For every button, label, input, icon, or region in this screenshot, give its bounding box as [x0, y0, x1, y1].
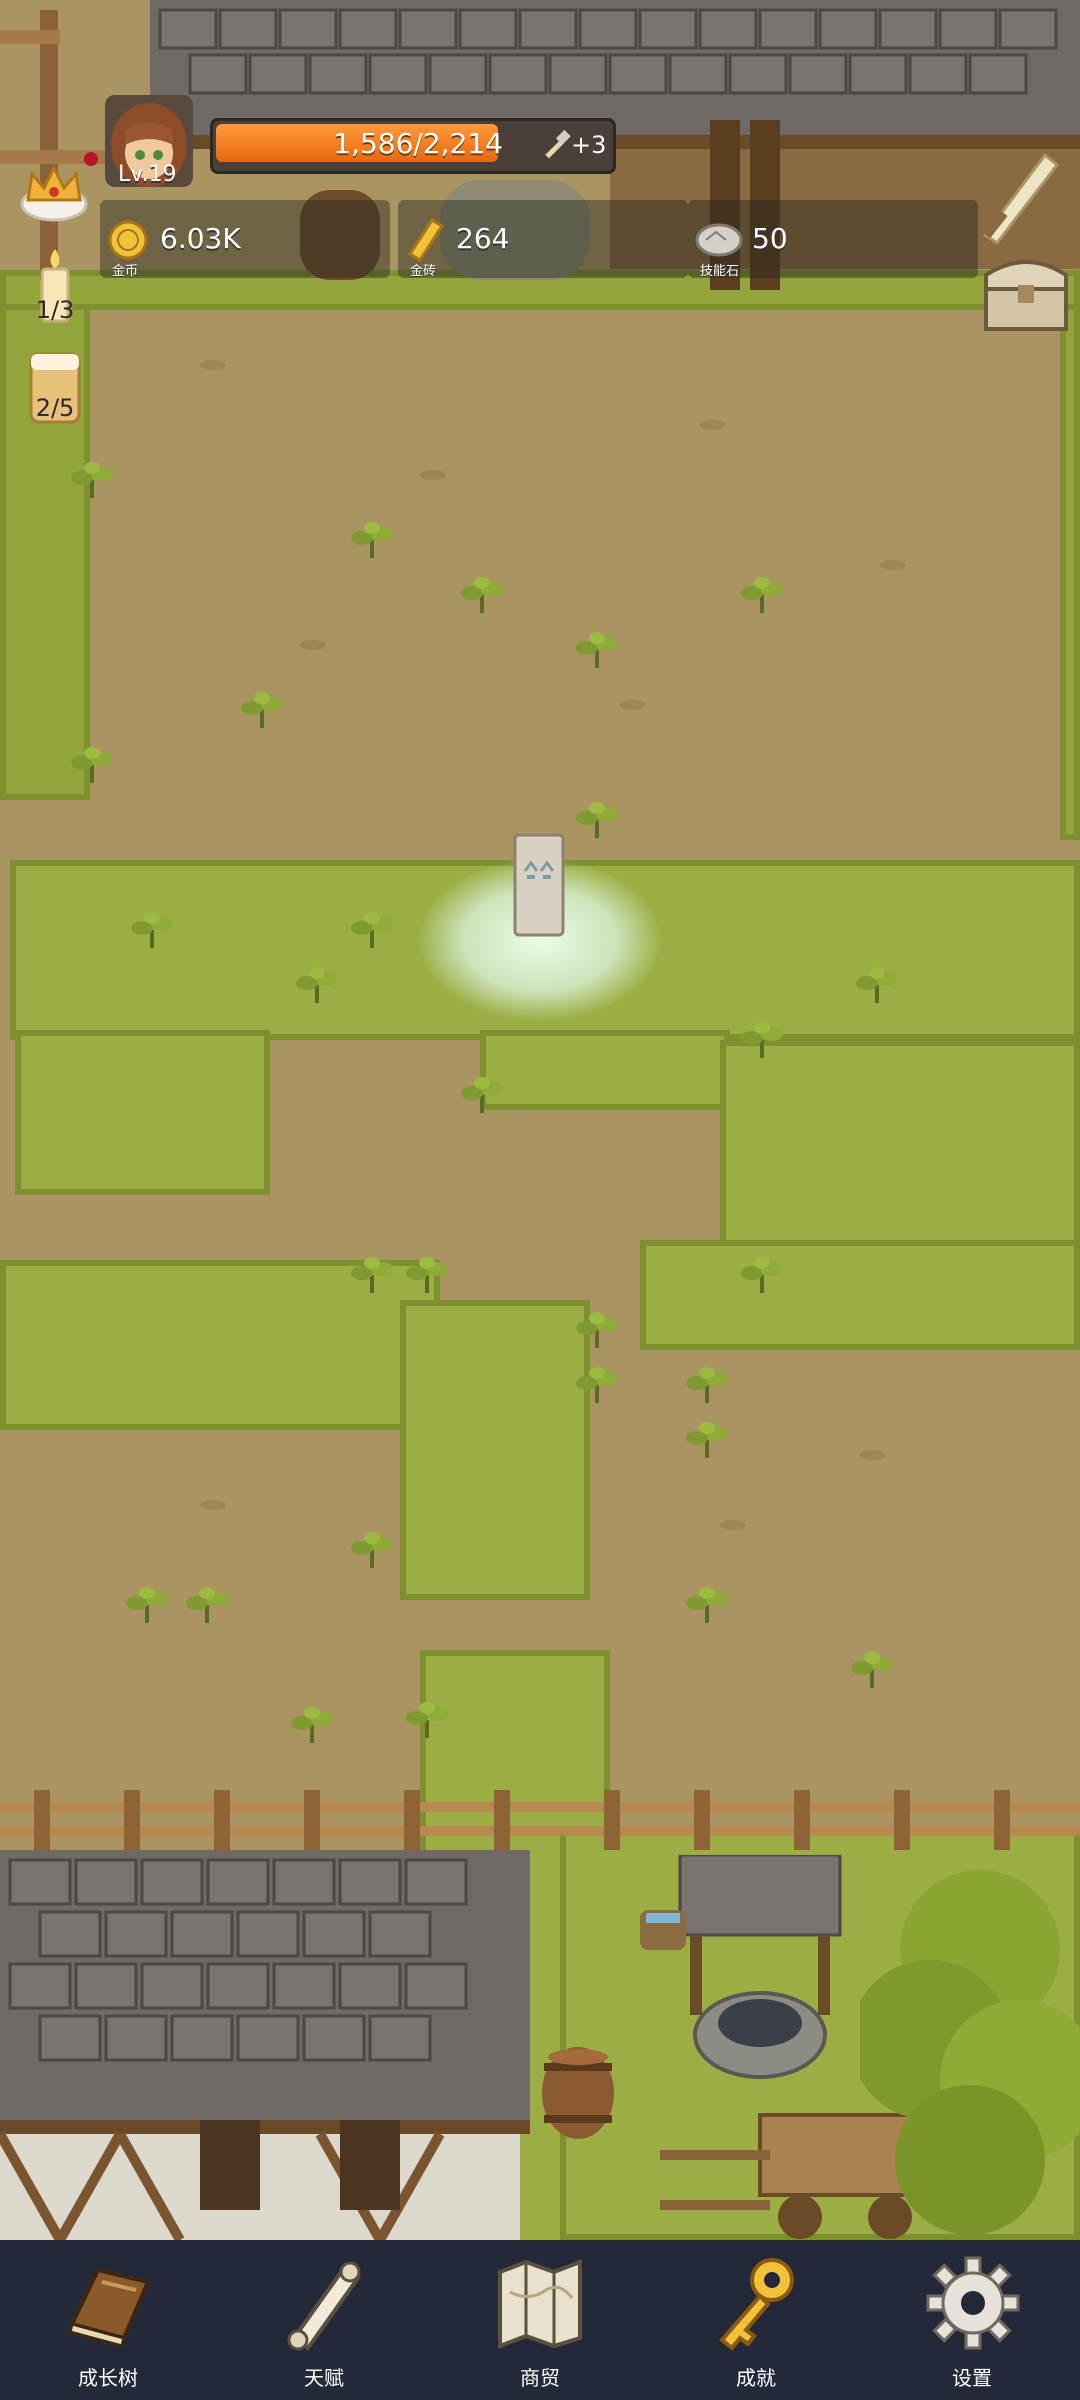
bottom-building: [0, 1850, 530, 2240]
gold-brick-caption: 金砖: [410, 264, 437, 279]
nav-trade-label: 商贸: [520, 2366, 560, 2390]
gold-brick-value: 264: [456, 222, 510, 255]
barrel: [542, 2047, 614, 2139]
key-icon: [719, 2258, 794, 2351]
nav-growth-tree-label: 成长树: [78, 2366, 138, 2390]
nav-achievement-label: 成就: [736, 2366, 776, 2390]
grass-area-left-mid: [15, 1030, 270, 1195]
skill-stone-value: 50: [752, 222, 788, 255]
nav-achievement[interactable]: 成就: [648, 2240, 864, 2400]
bottom-navigation: 成长树 天赋 商贸 成就 设置: [0, 2240, 1080, 2400]
scroll-icon: [287, 2261, 361, 2351]
gold-coin-icon: [108, 220, 148, 260]
game-map[interactable]: [0, 0, 1080, 2240]
exp-bonus: +3: [571, 131, 607, 159]
gold-panel[interactable]: 6.03K 金币: [100, 200, 390, 279]
skill-stone-panel[interactable]: 50 技能石: [688, 200, 978, 279]
water-well[interactable]: [640, 1855, 860, 2085]
nav-talent-label: 天赋: [304, 2366, 344, 2390]
exp-bar: 1,586/2,214 +3: [210, 118, 616, 174]
player-level: Lv.19: [118, 162, 177, 187]
nav-trade[interactable]: 商贸: [432, 2240, 648, 2400]
crown-icon[interactable]: [20, 160, 88, 222]
nav-growth-tree[interactable]: 成长树: [0, 2240, 216, 2400]
grass-area-right-mid2: [640, 1240, 1080, 1350]
grass-area-center-lower: [400, 1300, 590, 1600]
treasure-chest-icon[interactable]: [980, 245, 1072, 335]
nav-settings[interactable]: 设置: [864, 2240, 1080, 2400]
gold-brick-icon: [407, 217, 445, 263]
stone-tablet-character[interactable]: [513, 833, 565, 938]
sword-icon[interactable]: [975, 145, 1065, 245]
map-icon: [498, 2259, 582, 2349]
gold-value: 6.03K: [160, 222, 241, 255]
oak-tree: [860, 1870, 1080, 2235]
gold-caption: 金币: [112, 264, 139, 279]
gold-brick-panel[interactable]: 264 金砖: [398, 200, 688, 279]
hammer-icon: [545, 129, 571, 159]
gear-icon: [926, 2256, 1020, 2350]
book-icon: [68, 2267, 151, 2348]
fence-bottom: [0, 1790, 1080, 1850]
candle-counter: 1/3: [35, 296, 75, 324]
exp-text: 1,586/2,214: [333, 127, 503, 160]
grass-area-center-mid: [480, 1030, 730, 1110]
nav-settings-label: 设置: [952, 2366, 992, 2390]
drink-counter: 2/5: [35, 394, 75, 422]
skill-stone-caption: 技能石: [700, 264, 740, 279]
nav-talent[interactable]: 天赋: [216, 2240, 432, 2400]
grass-area-right-top: [1060, 280, 1080, 840]
skill-stone-icon: [695, 223, 743, 257]
